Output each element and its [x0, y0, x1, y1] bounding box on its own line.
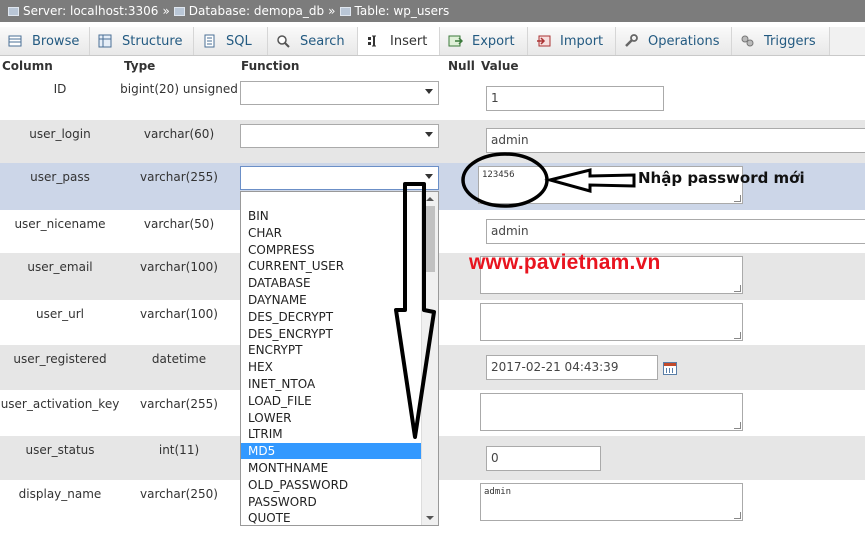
annotation-down-arrow — [394, 182, 436, 439]
annotation-label: Nhập password mới — [638, 169, 805, 187]
annotation-circle — [461, 152, 549, 208]
annotation-left-arrow — [544, 168, 636, 193]
annotation-overlay — [394, 152, 636, 439]
